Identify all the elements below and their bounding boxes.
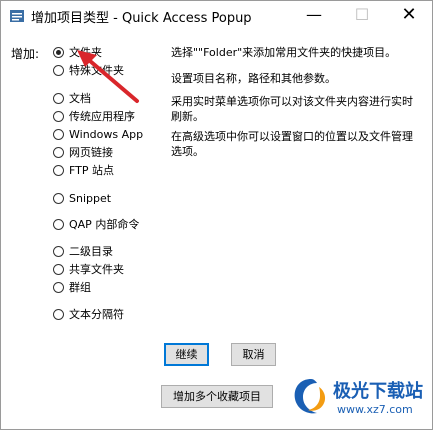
window-title: 增加项目类型 - Quick Access Popup: [31, 11, 252, 26]
option-label: Snippet: [69, 192, 112, 205]
option-label: Windows App: [69, 128, 144, 141]
watermark: 极光下载站 www.xz7.com: [289, 373, 429, 425]
cancel-button[interactable]: 取消: [231, 343, 276, 366]
add-multiple-button[interactable]: 增加多个收藏项目: [161, 385, 273, 408]
close-button[interactable]: ✕: [386, 1, 432, 31]
option-label: 文本分隔符: [69, 308, 124, 321]
radio-icon[interactable]: [53, 129, 64, 140]
option-label: 传统应用程序: [69, 110, 135, 123]
description-paragraph-1: 选择""Folder"来添加常用文件夹的快捷项目。: [171, 46, 397, 59]
radio-icon[interactable]: [53, 264, 64, 275]
radio-icon[interactable]: [53, 93, 64, 104]
option-label: 群组: [69, 281, 91, 294]
description-paragraph-3: 采用实时菜单选项你可以对该文件夹内容进行实时刷新。: [171, 95, 413, 123]
radio-icon[interactable]: [53, 246, 64, 257]
watermark-name: 极光下载站: [333, 381, 423, 402]
radio-icon[interactable]: [53, 193, 64, 204]
maximize-button[interactable]: ☐: [339, 1, 385, 31]
option-label: QAP 内部命令: [69, 218, 140, 231]
radio-icon[interactable]: [53, 165, 64, 176]
radio-icon[interactable]: [53, 111, 64, 122]
watermark-logo-icon: [294, 379, 326, 414]
watermark-url: www.xz7.com: [337, 403, 413, 416]
add-label: 增加:: [11, 47, 40, 61]
radio-icon[interactable]: [53, 65, 64, 76]
red-arrow-icon: [77, 50, 139, 103]
radio-icon[interactable]: [53, 309, 64, 320]
description-paragraph-4: 在高级选项中你可以设置窗口的位置以及文件管理选项。: [171, 130, 413, 158]
app-icon: [10, 10, 24, 22]
radio-icon[interactable]: [53, 282, 64, 293]
description-paragraph-2: 设置项目名称，路径和其他参数。: [171, 72, 336, 85]
option-label: FTP 站点: [69, 164, 114, 177]
dialog-window: 增加项目类型 - Quick Access Popup — ☐ ✕ 增加: 文件…: [0, 0, 433, 430]
continue-button[interactable]: 继续: [164, 343, 209, 366]
radio-icon[interactable]: [53, 147, 64, 158]
title-bar[interactable]: 增加项目类型 - Quick Access Popup — ☐ ✕: [1, 1, 432, 31]
option-label: 共享文件夹: [69, 263, 124, 276]
radio-checked-icon[interactable]: [53, 47, 64, 58]
option-label: 二级目录: [69, 245, 113, 258]
option-label: 网页链接: [69, 146, 113, 159]
radio-icon[interactable]: [53, 219, 64, 230]
minimize-button[interactable]: —: [291, 1, 337, 31]
